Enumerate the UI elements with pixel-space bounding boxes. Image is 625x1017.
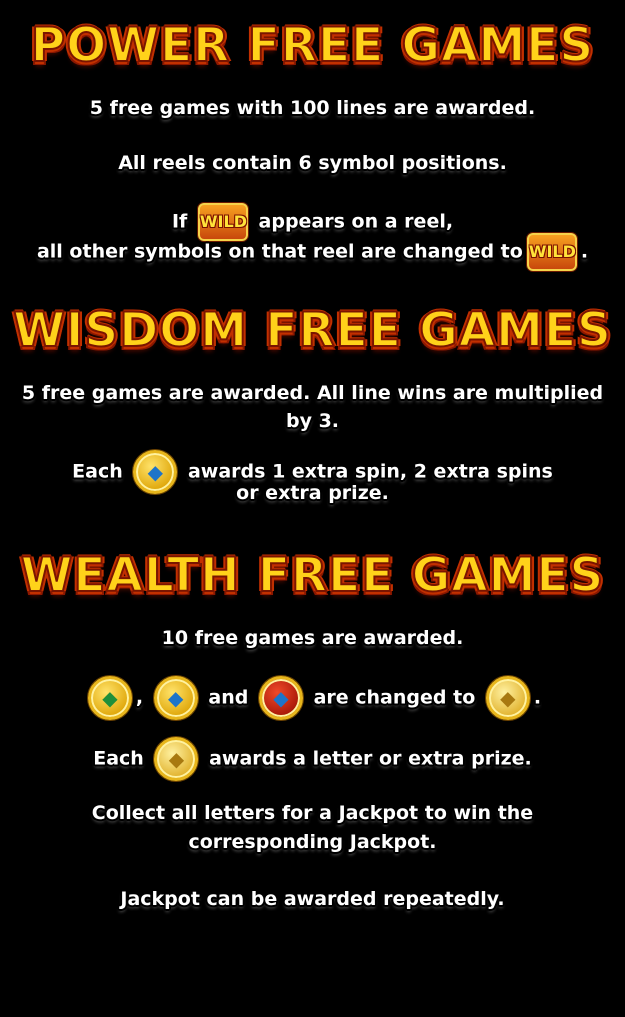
blue-coin-icon: ◆: [153, 676, 198, 720]
wealth-line-3: Each ◆ awards a letter or extra prize.: [0, 737, 625, 781]
red-coin-icon: ◆: [258, 676, 303, 720]
gold-coin-icon: ◆: [485, 676, 530, 720]
wealth-line-5: corresponding Jackpot.: [188, 831, 437, 853]
wisdom-line-1: 5 free games are awarded. All line wins …: [21, 382, 604, 404]
wealth-line-6: Jackpot can be awarded repeatedly.: [120, 888, 505, 910]
wealth-line-3-prefix: Each: [93, 747, 144, 770]
wisdom-free-games-title: WISDOM FREE GAMES: [12, 302, 612, 359]
wealth-line-2-and: and: [208, 686, 249, 709]
wealth-free-games-title: WEALTH FREE GAMES: [20, 547, 605, 604]
wealth-line-2-changed: are changed to: [313, 686, 476, 709]
gold-coin-icon: ◆: [154, 737, 199, 781]
wealth-line-1: 10 free games are awarded.: [161, 627, 464, 649]
power-line-3-prefix: If: [171, 210, 188, 233]
wild-symbol-icon: WILD: [526, 233, 577, 271]
wisdom-line-2: by 3.: [285, 410, 340, 432]
power-line-4-text: all other symbols on that reel are chang…: [36, 240, 523, 263]
wisdom-line-4: or extra prize.: [236, 482, 389, 504]
power-line-2: All reels contain 6 symbol positions.: [118, 152, 507, 174]
wealth-line-3-suffix: awards a letter or extra prize.: [209, 747, 532, 770]
wealth-line-2: ◆, ◆ and ◆ are changed to ◆.: [0, 676, 625, 720]
power-line-3-suffix: appears on a reel,: [258, 210, 454, 233]
green-coin-icon: ◆: [87, 676, 132, 720]
power-line-1: 5 free games with 100 lines are awarded.: [89, 97, 536, 119]
power-line-4: all other symbols on that reel are chang…: [0, 233, 625, 271]
power-free-games-title: POWER FREE GAMES: [30, 17, 595, 74]
wealth-line-4: Collect all letters for a Jackpot to win…: [91, 802, 534, 824]
